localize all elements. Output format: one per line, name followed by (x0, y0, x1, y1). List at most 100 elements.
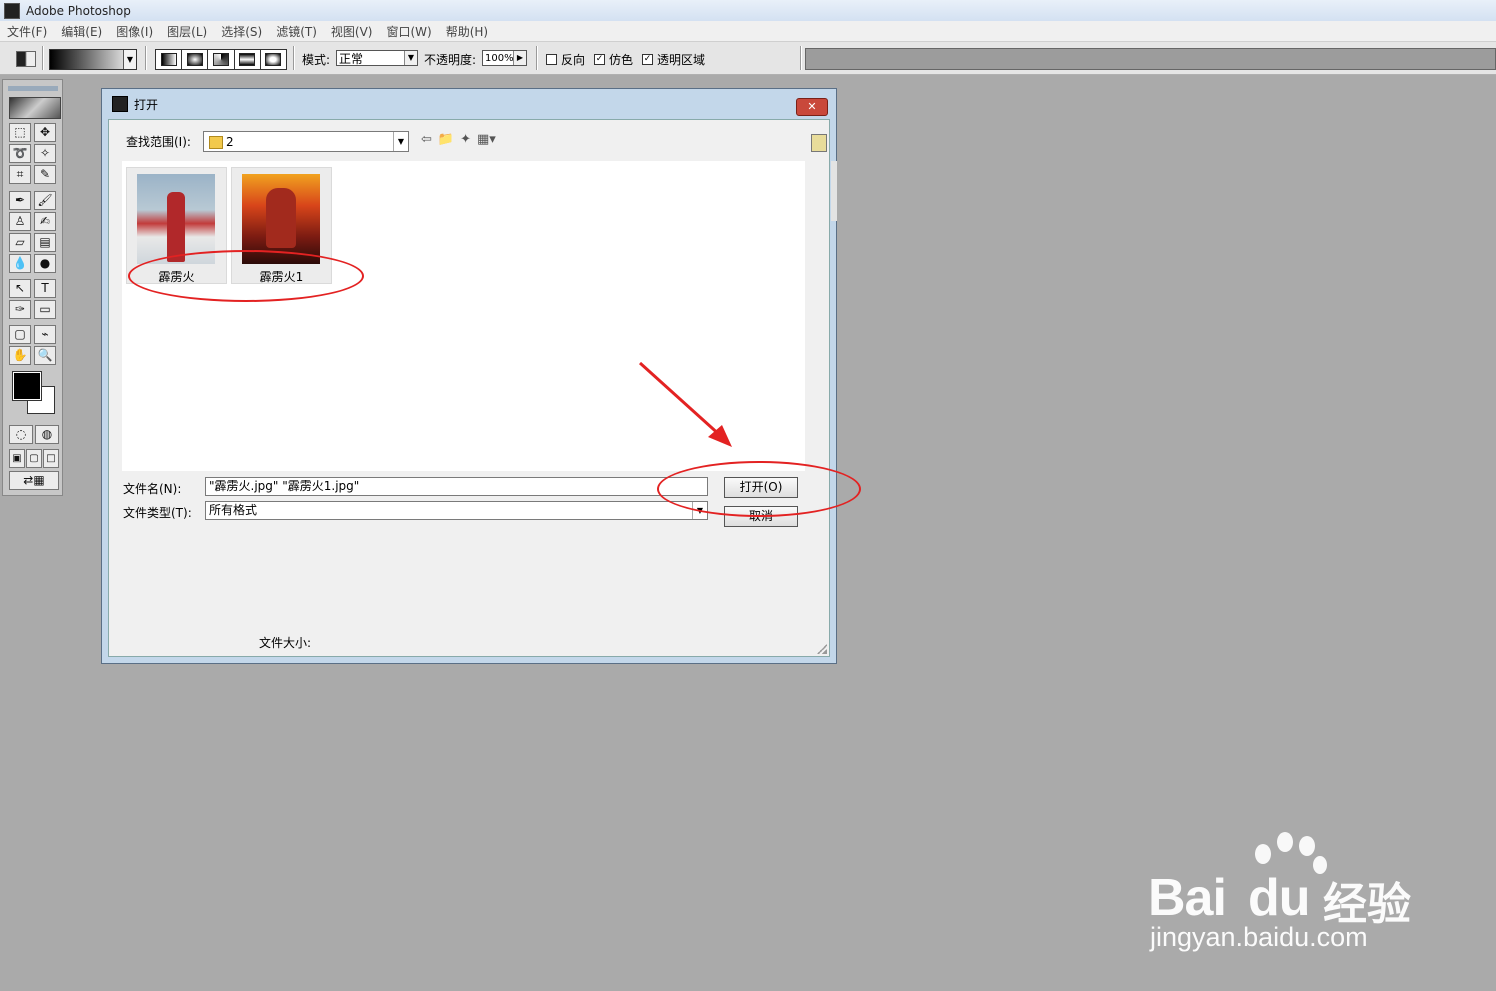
gradient-tool-icon[interactable]: ▤ (34, 233, 56, 252)
menu-file[interactable]: 文件(F) (0, 23, 54, 40)
type-tool-icon[interactable]: T (34, 279, 56, 298)
scrollbar[interactable] (831, 161, 837, 221)
photoshop-app-icon (112, 96, 128, 112)
eraser-tool-icon[interactable]: ▱ (9, 233, 31, 252)
transparency-label: 透明区域 (657, 53, 706, 67)
new-folder-icon[interactable]: ✦ (460, 132, 471, 147)
baidu-watermark: Bai du 经验 jingyan.baidu.com (1148, 830, 1448, 970)
marquee-tool-icon[interactable]: ⬚ (9, 123, 31, 142)
lookin-value: 2 (226, 135, 234, 149)
crop-tool-icon[interactable]: ⌗ (9, 165, 31, 184)
file-name: 霹雳火 (158, 270, 195, 284)
blur-tool-icon[interactable]: 💧 (9, 254, 31, 273)
mode-select[interactable]: 正常 ▼ (336, 50, 418, 66)
mode-label: 模式: (302, 53, 331, 67)
opacity-field[interactable]: 100% ▶ (482, 50, 527, 66)
app-title: Adobe Photoshop (26, 3, 131, 18)
chevron-down-icon: ▼ (393, 132, 408, 151)
history-brush-tool-icon[interactable]: ✍ (34, 212, 56, 231)
eyedropper-slice-tool-icon[interactable]: ✎ (34, 165, 56, 184)
filetype-label: 文件类型(T): (123, 506, 192, 520)
diamond-gradient-icon[interactable] (261, 50, 286, 69)
chevron-down-icon[interactable]: ▼ (123, 50, 136, 69)
filetype-value: 所有格式 (209, 503, 258, 517)
checkbox-box: ✓ (642, 54, 653, 65)
tool-preset-icon[interactable] (16, 51, 36, 67)
gradient-type-group (155, 49, 287, 70)
gradient-picker[interactable]: ▼ (49, 49, 137, 70)
close-icon[interactable]: ✕ (796, 98, 828, 116)
view-menu-icon[interactable]: ▦▾ (477, 132, 496, 147)
menu-image[interactable]: 图像(I) (109, 23, 160, 40)
move-tool-icon[interactable]: ✥ (34, 123, 56, 142)
nav-toolbar: ⇦ 📁 ✦ ▦▾ (421, 132, 496, 147)
file-item[interactable]: 霹雳火1 (231, 167, 332, 284)
menu-layer[interactable]: 图层(L) (160, 23, 214, 40)
reflected-gradient-icon[interactable] (235, 50, 261, 69)
file-thumbnail (242, 174, 320, 264)
menu-select[interactable]: 选择(S) (214, 23, 269, 40)
opacity-label: 不透明度: (424, 53, 477, 67)
menu-view[interactable]: 视图(V) (324, 23, 380, 40)
palette-well[interactable] (805, 48, 1496, 70)
angle-gradient-icon[interactable] (208, 50, 235, 69)
cancel-button[interactable]: 取消 (724, 506, 798, 527)
watermark-brand: Bai (1148, 869, 1227, 927)
options-separator (800, 46, 802, 70)
foreground-color-swatch[interactable] (12, 371, 42, 401)
screen-mode-full-icon[interactable]: □ (43, 449, 59, 468)
open-button[interactable]: 打开(O) (724, 477, 798, 498)
filetype-select[interactable]: 所有格式 ▼ (205, 501, 708, 520)
jump-to-imageready-icon[interactable]: ⇄▦ (9, 471, 59, 490)
chevron-right-icon[interactable]: ▶ (513, 51, 526, 65)
menu-edit[interactable]: 编辑(E) (54, 23, 109, 40)
standard-mode-icon[interactable]: ◌ (9, 425, 33, 444)
airbrush-tool-icon[interactable]: ✒ (9, 191, 31, 210)
dialog-titlebar[interactable]: 打开 (102, 89, 836, 119)
options-separator (145, 46, 147, 70)
linear-gradient-icon[interactable] (156, 50, 183, 69)
dither-checkbox[interactable]: ✓ 仿色 (594, 51, 633, 68)
brush-tool-icon[interactable]: 🖌 (34, 191, 56, 210)
notes-tool-icon[interactable]: ▢ (9, 325, 31, 344)
shape-tool-icon[interactable]: ▭ (34, 300, 56, 319)
watermark-brand-du: du (1248, 869, 1311, 927)
lasso-tool-icon[interactable]: ➰ (9, 144, 31, 163)
toolbox-header[interactable] (8, 86, 58, 91)
screen-mode-standard-icon[interactable]: ▣ (9, 449, 25, 468)
screen-mode-menu-icon[interactable]: ▢ (26, 449, 42, 468)
options-separator (293, 46, 295, 70)
path-select-tool-icon[interactable]: ↖ (9, 279, 31, 298)
back-icon[interactable]: ⇦ (421, 132, 432, 147)
app-titlebar: Adobe Photoshop (0, 0, 1496, 21)
options-separator (536, 46, 538, 70)
reverse-checkbox[interactable]: 反向 (546, 51, 585, 68)
radial-gradient-icon[interactable] (182, 50, 209, 69)
file-name: 霹雳火1 (259, 270, 304, 284)
resize-grip-icon[interactable] (817, 644, 827, 654)
folder-icon (209, 136, 223, 149)
photoshop-logo-icon[interactable] (9, 97, 61, 119)
dodge-tool-icon[interactable]: ● (34, 254, 56, 273)
quick-mask-icon[interactable]: ◍ (35, 425, 59, 444)
menu-window[interactable]: 窗口(W) (379, 23, 438, 40)
eyedropper-tool-icon[interactable]: ⌁ (34, 325, 56, 344)
pen-tool-icon[interactable]: ✑ (9, 300, 31, 319)
watermark-url: jingyan.baidu.com (1150, 922, 1368, 952)
lookin-label: 查找范围(I): (126, 135, 191, 149)
menu-filter[interactable]: 滤镜(T) (269, 23, 324, 40)
checkbox-box: ✓ (594, 54, 605, 65)
stamp-tool-icon[interactable]: ♙ (9, 212, 31, 231)
hand-tool-icon[interactable]: ✋ (9, 346, 31, 365)
filename-label: 文件名(N): (123, 482, 182, 496)
magic-wand-tool-icon[interactable]: ✧ (34, 144, 56, 163)
file-item[interactable]: 霹雳火 (126, 167, 227, 284)
filename-input[interactable]: "霹雳火.jpg" "霹雳火1.jpg" (205, 477, 708, 496)
preview-icon[interactable] (811, 134, 827, 152)
lookin-select[interactable]: 2 ▼ (203, 131, 409, 152)
menu-help[interactable]: 帮助(H) (439, 23, 495, 40)
up-folder-icon[interactable]: 📁 (438, 132, 454, 147)
transparency-checkbox[interactable]: ✓ 透明区域 (642, 51, 705, 68)
zoom-tool-icon[interactable]: 🔍 (34, 346, 56, 365)
chevron-down-icon: ▼ (404, 51, 417, 65)
